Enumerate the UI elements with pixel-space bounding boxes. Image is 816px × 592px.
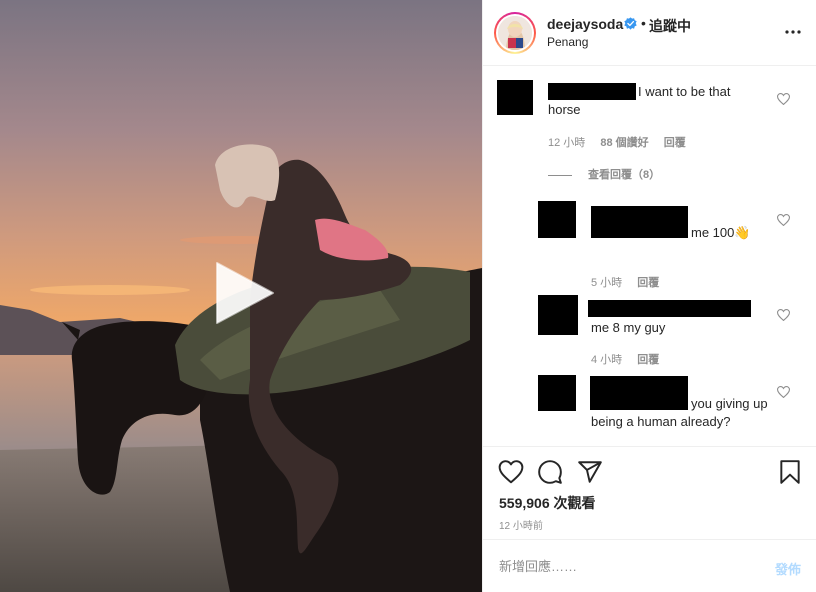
avatar-image	[498, 16, 532, 50]
redacted-avatar[interactable]	[538, 201, 576, 238]
post-timestamp[interactable]: 12 小時前	[499, 517, 543, 532]
post-media[interactable]	[0, 0, 482, 592]
comments-list[interactable]: I want to be that horse 12 小時 88 個讚好 回覆 …	[483, 67, 816, 445]
view-replies-button[interactable]: 查看回覆（8）	[548, 166, 660, 182]
divider-line	[548, 174, 572, 176]
separator-dot: •	[641, 15, 646, 31]
comment-time[interactable]: 5 小時	[591, 277, 622, 289]
comment-composer: 發佈	[483, 539, 816, 592]
comment-likes[interactable]: 88 個讚好	[600, 137, 648, 149]
comment-meta: 4 小時 回覆	[591, 351, 671, 367]
comment-time[interactable]: 12 小時	[548, 137, 585, 149]
play-icon	[216, 262, 274, 324]
view-replies-label: 查看回覆（8）	[588, 169, 661, 181]
comment-like-icon[interactable]	[777, 93, 790, 105]
redacted-username[interactable]	[588, 300, 751, 317]
username[interactable]: deejaysoda	[547, 16, 623, 32]
comment-text: me 8 my guy	[591, 320, 666, 335]
redacted-avatar[interactable]	[538, 375, 576, 411]
comment-text: you giving up being a human already?	[591, 396, 768, 429]
location-link[interactable]: Penang	[547, 35, 588, 49]
comment-meta: 12 小時 88 個讚好 回覆	[548, 134, 698, 150]
redacted-avatar[interactable]	[497, 80, 533, 115]
post-button[interactable]: 發佈	[775, 559, 801, 578]
heart-icon[interactable]	[498, 459, 524, 485]
reply-button[interactable]: 回覆	[637, 354, 659, 366]
share-icon[interactable]	[577, 459, 603, 485]
avatar[interactable]	[498, 16, 532, 50]
bookmark-icon[interactable]	[777, 459, 803, 485]
reply-button[interactable]: 回覆	[637, 277, 659, 289]
post-actions: 559,906 次觀看 12 小時前	[483, 446, 816, 539]
comment-time[interactable]: 4 小時	[591, 354, 622, 366]
more-options-icon[interactable]	[785, 29, 801, 35]
play-button[interactable]	[211, 259, 279, 327]
comment-like-icon[interactable]	[777, 386, 790, 398]
comment-like-icon[interactable]	[777, 214, 790, 226]
redacted-avatar[interactable]	[538, 295, 578, 335]
reply-button[interactable]: 回覆	[664, 137, 686, 149]
comment-meta: 5 小時 回覆	[591, 274, 671, 290]
add-comment-input[interactable]	[499, 556, 739, 576]
comment-like-icon[interactable]	[777, 309, 790, 321]
comment-text: me 100👋	[691, 225, 751, 240]
view-count[interactable]: 559,906 次觀看	[499, 493, 596, 513]
following-button[interactable]: 追蹤中	[649, 16, 691, 36]
story-ring[interactable]	[494, 12, 536, 54]
comment-text: I want to be that horse	[548, 84, 731, 117]
post-header: deejaysoda • 追蹤中 Penang	[483, 0, 816, 66]
comment-icon[interactable]	[537, 459, 563, 485]
post-sidebar: deejaysoda • 追蹤中 Penang I want to be tha…	[482, 0, 816, 592]
verified-badge-icon	[624, 17, 637, 30]
